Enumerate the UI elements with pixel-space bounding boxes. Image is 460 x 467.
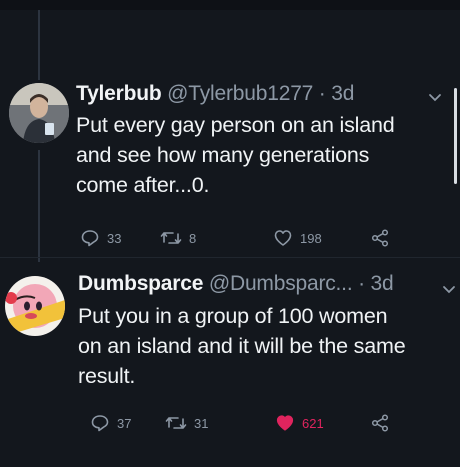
like-button[interactable]: 621 xyxy=(275,412,324,434)
tweet-text-line: result. xyxy=(78,364,136,388)
tweet-actions: 37 31 621 xyxy=(90,412,410,434)
chevron-down-icon[interactable] xyxy=(441,281,457,297)
retweet-button[interactable]: 31 xyxy=(165,412,208,434)
tweet-text-line: on an island and it will be the same xyxy=(78,334,406,358)
separator-dot: · xyxy=(358,272,365,295)
tweet-text: Put you in a group of 100 women on an is… xyxy=(78,301,406,391)
tweet-text-line: Put you in a group of 100 women xyxy=(78,304,388,328)
share-icon xyxy=(370,413,390,433)
reply-button[interactable]: 37 xyxy=(90,412,131,434)
share-button[interactable] xyxy=(370,412,390,434)
timestamp[interactable]: 3d xyxy=(371,272,394,295)
display-name[interactable]: Dumbsparce xyxy=(78,272,203,295)
like-count: 621 xyxy=(302,415,324,431)
like-icon xyxy=(275,413,295,433)
tweet-header: Dumbsparce @Dumbsparc... · 3d xyxy=(78,271,394,297)
user-handle[interactable]: @Dumbsparc... xyxy=(209,272,353,295)
retweet-count: 31 xyxy=(194,415,209,431)
tweet-2[interactable]: Dumbsparce @Dumbsparc... · 3d Put you in… xyxy=(0,0,460,467)
reply-count: 37 xyxy=(117,415,132,431)
retweet-icon xyxy=(165,413,187,433)
avatar[interactable] xyxy=(5,276,65,336)
reply-icon xyxy=(90,413,110,433)
